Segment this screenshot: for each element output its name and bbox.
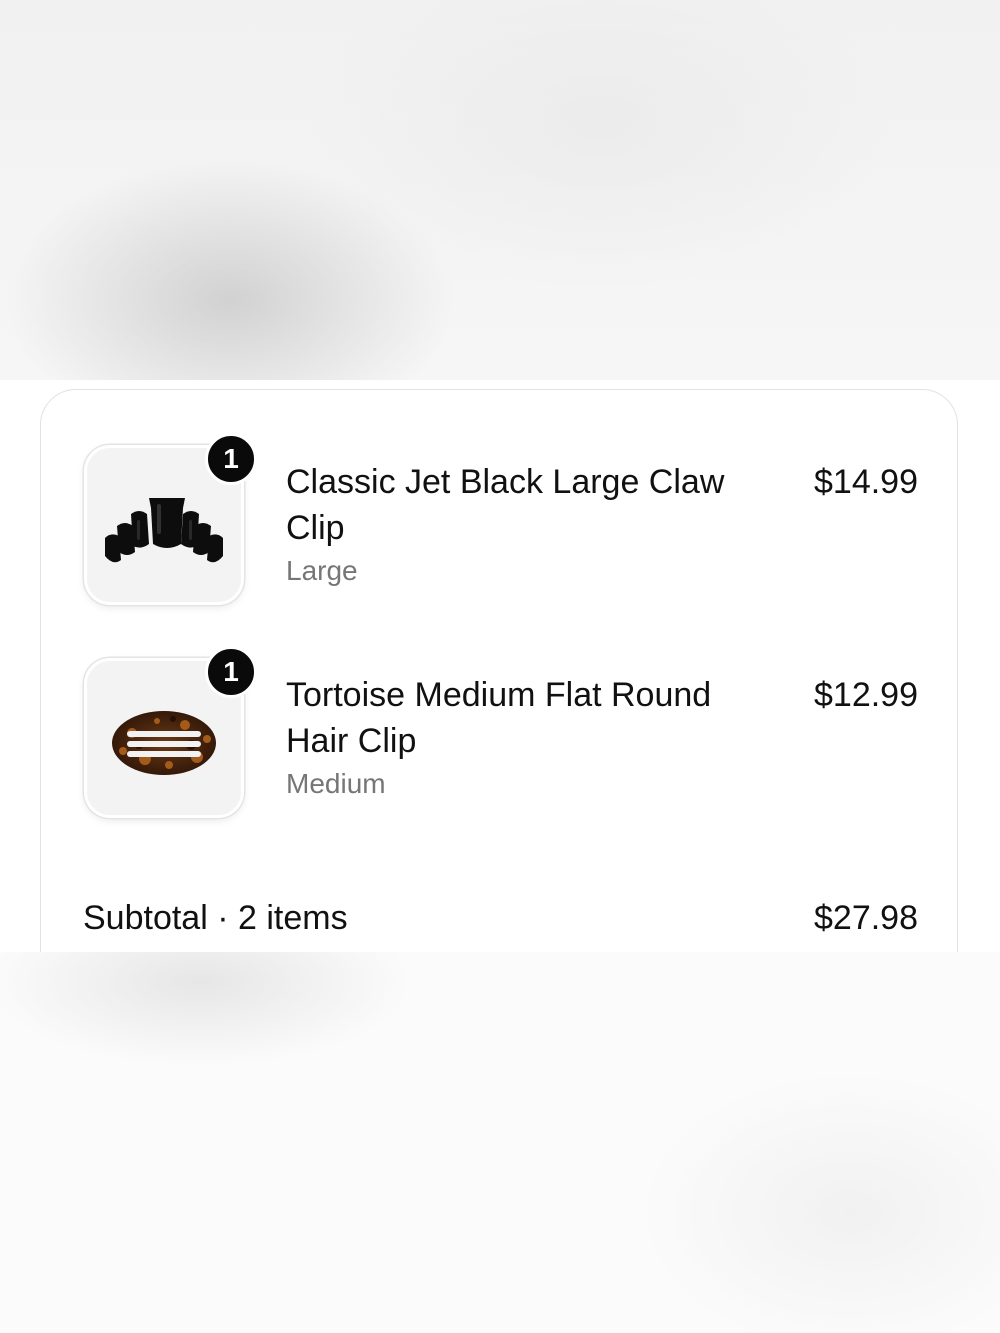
item-price: $14.99 [814,463,918,501]
item-price: $12.99 [814,676,918,714]
order-summary-card: 1 Classic Jet Black Large Claw Clip Larg… [40,389,958,952]
blurred-background-lower [0,952,1000,1333]
quantity-badge: 1 [205,433,257,485]
subtotal-label: Subtotal · 2 items [83,899,348,937]
line-item[interactable]: 1 Classic Jet Black Large Claw Clip Larg… [84,433,918,615]
item-info: Tortoise Medium Flat Round Hair Clip Med… [286,672,766,804]
quantity-badge: 1 [205,646,257,698]
item-title: Tortoise Medium Flat Round Hair Clip [286,676,712,760]
line-item[interactable]: 1 Tortoise Medium Flat Round Hair Clip M… [84,646,918,828]
item-title: Classic Jet Black Large Claw Clip [286,463,725,547]
item-variant: Large [286,555,358,586]
subtotal-value: $27.98 [814,899,918,937]
item-variant: Medium [286,768,386,799]
subtotal-row: Subtotal · 2 items $27.98 [83,895,918,941]
order-summary-sheet: 1 Classic Jet Black Large Claw Clip Larg… [0,380,1000,952]
item-info: Classic Jet Black Large Claw Clip Large [286,459,766,591]
